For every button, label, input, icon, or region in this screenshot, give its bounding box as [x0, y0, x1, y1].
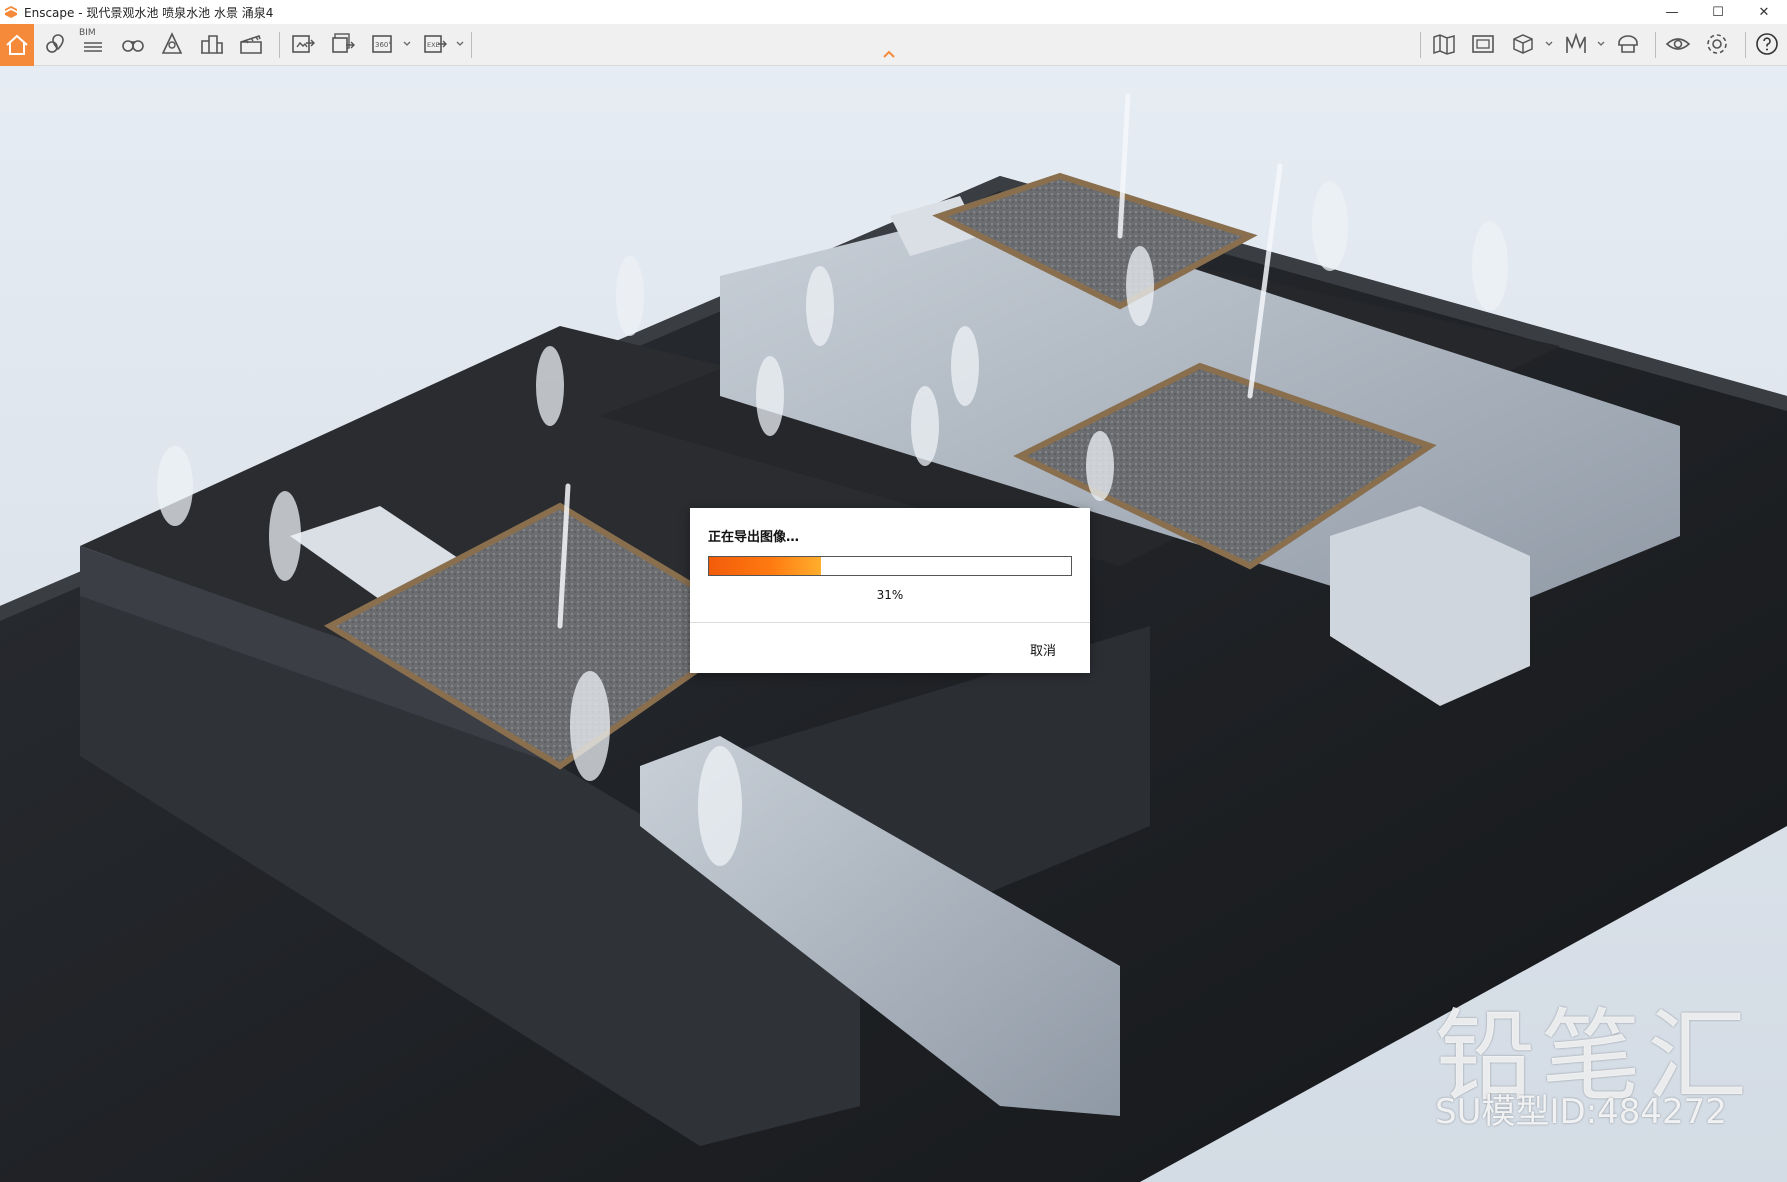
export-progress-bar [708, 556, 1072, 576]
progress-percent: 31% [876, 588, 904, 602]
views-button[interactable] [38, 27, 72, 61]
views-panel-button[interactable] [1466, 27, 1500, 61]
chevron-down-icon[interactable] [402, 39, 412, 49]
toolbar-separator [1655, 32, 1656, 58]
asset-library-button[interactable] [1559, 27, 1593, 61]
cube-button[interactable] [1506, 27, 1540, 61]
clapperboard-icon [240, 34, 262, 54]
help-button[interactable] [1750, 27, 1784, 61]
video-editor-button[interactable] [234, 27, 268, 61]
toolbar-separator [1420, 32, 1421, 58]
helmet-icon [1618, 35, 1638, 53]
map-button[interactable] [1427, 27, 1461, 61]
bim-button[interactable] [76, 27, 110, 61]
dialog-divider [690, 622, 1090, 623]
batch-export-icon [332, 33, 355, 53]
chevron-down-icon[interactable] [1596, 39, 1606, 49]
svg-text:EXE: EXE [427, 41, 440, 49]
batch-render-button[interactable] [326, 27, 360, 61]
collapse-toolbar-icon[interactable] [881, 48, 897, 60]
upload-button[interactable] [1611, 27, 1645, 61]
watermark-model-id: SU模型ID:484272 [1435, 1092, 1727, 1132]
buildings-button[interactable] [195, 27, 229, 61]
buildings-icon [201, 35, 223, 54]
screenshot-button[interactable] [286, 27, 320, 61]
window-titlebar: Enscape - 现代景观水池 喷泉水池 水景 涌泉4 — ☐ ✕ [0, 0, 1787, 24]
bim-list-icon [84, 42, 102, 52]
chevron-down-icon[interactable] [455, 39, 465, 49]
exe-export-icon: EXE [424, 35, 447, 53]
chevron-down-icon[interactable] [1544, 39, 1554, 49]
minimize-button[interactable]: — [1649, 0, 1695, 24]
dialog-title: 正在导出图像… [708, 530, 800, 545]
fly-mode-button[interactable] [116, 27, 150, 61]
location-pin-icon [46, 34, 64, 53]
visual-settings-button[interactable] [1661, 27, 1695, 61]
binoculars-icon [122, 40, 144, 52]
help-icon [1756, 33, 1778, 55]
home-button[interactable] [0, 24, 34, 66]
export-progress-dialog: 正在导出图像… 31% 取消 [690, 508, 1090, 673]
panorama-button[interactable]: 360° [366, 27, 400, 61]
map-icon [1433, 34, 1455, 55]
svg-text:360°: 360° [375, 41, 392, 49]
cancel-button[interactable]: 取消 [1026, 638, 1060, 661]
maximize-button[interactable]: ☐ [1695, 0, 1741, 24]
panorama-360-icon: 360° [372, 35, 392, 53]
progress-fill [709, 557, 822, 575]
image-frame-icon [1472, 35, 1494, 53]
toolbar-separator [471, 32, 472, 58]
asset-library-icon [1566, 32, 1586, 53]
window-title: Enscape - 现代景观水池 喷泉水池 水景 涌泉4 [24, 5, 274, 20]
cube-icon [1513, 34, 1533, 54]
settings-icon [1707, 34, 1727, 54]
walk-mode-icon [161, 32, 183, 54]
eye-icon [1665, 38, 1691, 50]
home-icon [6, 34, 28, 55]
screenshot-export-icon [292, 35, 315, 53]
settings-button[interactable] [1700, 27, 1734, 61]
exe-export-button[interactable]: EXE [418, 27, 452, 61]
walk-mode-button[interactable] [155, 27, 189, 61]
toolbar-separator [1745, 32, 1746, 58]
enscape-logo-icon [5, 6, 17, 18]
window-controls: — ☐ ✕ [1649, 0, 1787, 24]
toolbar-separator [279, 32, 280, 58]
close-button[interactable]: ✕ [1741, 0, 1787, 24]
